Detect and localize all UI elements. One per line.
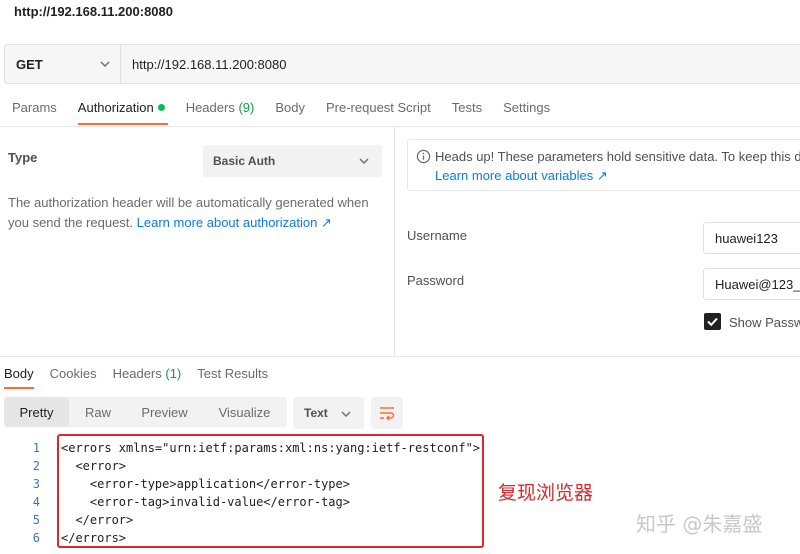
tab-tests[interactable]: Tests	[452, 100, 482, 126]
mode-raw[interactable]: Raw	[69, 397, 127, 427]
chevron-down-icon	[359, 158, 369, 164]
request-title: http://192.168.11.200:8080	[14, 4, 173, 19]
mode-visualize[interactable]: Visualize	[202, 397, 287, 427]
check-icon	[707, 317, 718, 327]
active-tab-indicator	[4, 387, 34, 389]
chevron-down-icon	[341, 411, 351, 417]
annotation-highlight-box	[57, 434, 484, 548]
response-tabs: Body Cookies Headers (1) Test Results	[4, 366, 284, 381]
headsup-text: Heads up! These parameters hold sensitiv…	[435, 149, 800, 164]
divider	[394, 127, 395, 356]
tab-label: Body	[275, 100, 305, 115]
tab-label: Headers	[185, 100, 235, 115]
info-icon	[416, 149, 431, 164]
tab-label: Params	[12, 100, 57, 115]
request-bar: GET http://192.168.11.200:8080	[4, 44, 800, 84]
headsup-notice: Heads up! These parameters hold sensitiv…	[407, 139, 800, 191]
tab-body[interactable]: Body	[275, 100, 305, 126]
method-select[interactable]: GET	[5, 45, 121, 83]
line-number: 4	[32, 495, 40, 509]
method-value: GET	[16, 56, 43, 72]
tab-count: (9)	[238, 100, 255, 115]
show-password-label: Show Passw	[729, 315, 800, 330]
format-value: Text	[304, 406, 328, 420]
auth-type-value: Basic Auth	[213, 154, 276, 168]
chevron-down-icon	[100, 61, 110, 67]
mode-preview[interactable]: Preview	[127, 397, 202, 427]
tab-headers[interactable]: Headers (9)	[186, 100, 255, 126]
wrap-lines-icon	[380, 407, 395, 421]
tab-settings[interactable]: Settings	[503, 100, 550, 126]
response-tab-body[interactable]: Body	[4, 366, 34, 381]
show-password-checkbox[interactable]	[704, 313, 721, 330]
tab-label: Settings	[503, 100, 551, 115]
line-number: 6	[32, 531, 40, 545]
auth-description: The authorization header will be automat…	[8, 193, 380, 233]
tab-label: Pre-request Script	[325, 100, 431, 115]
tab-label: Headers	[112, 366, 162, 381]
tab-params[interactable]: Params	[12, 100, 57, 126]
username-label: Username	[407, 228, 467, 243]
mode-pretty[interactable]: Pretty	[4, 397, 69, 427]
line-number: 1	[32, 441, 40, 455]
line-number: 2	[32, 459, 40, 473]
wrap-lines-button[interactable]	[371, 397, 403, 429]
divider	[0, 356, 800, 357]
format-select[interactable]: Text	[293, 397, 364, 429]
auth-type-select[interactable]: Basic Auth	[203, 145, 382, 177]
divider	[0, 126, 800, 127]
response-tab-cookies[interactable]: Cookies	[50, 366, 97, 381]
watermark: 知乎 @朱嘉盛	[636, 512, 763, 536]
tab-label: Authorization	[77, 100, 154, 115]
status-dot-icon	[157, 104, 165, 111]
view-mode-selector: Pretty Raw Preview Visualize	[4, 397, 287, 427]
tab-label: Tests	[451, 100, 483, 115]
auth-type-label: Type	[8, 150, 38, 165]
learn-more-auth-link[interactable]: Learn more about authorization ↗	[137, 215, 332, 230]
line-number: 5	[32, 513, 40, 527]
tab-count: (1)	[165, 366, 182, 381]
active-tab-indicator	[78, 123, 168, 125]
password-input[interactable]: Huawei@123_h	[703, 268, 800, 300]
password-label: Password	[407, 273, 465, 288]
learn-more-variables-link[interactable]: Learn more about variables ↗	[435, 168, 608, 184]
url-input[interactable]: http://192.168.11.200:8080	[122, 45, 286, 83]
line-number: 3	[32, 477, 40, 491]
tab-pre-request-script[interactable]: Pre-request Script	[326, 100, 431, 126]
username-input[interactable]: huawei123	[703, 222, 800, 254]
response-tab-test-results[interactable]: Test Results	[197, 366, 268, 381]
response-tab-headers[interactable]: Headers (1)	[113, 366, 182, 381]
annotation-text: 复现浏览器	[498, 482, 594, 504]
